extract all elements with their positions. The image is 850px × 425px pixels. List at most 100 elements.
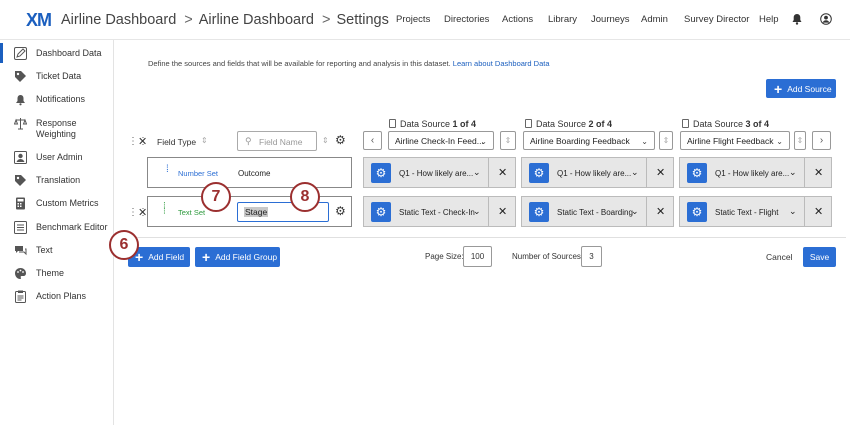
remove-all-icon[interactable]: ✕ [138,135,147,148]
sort-source-2-button[interactable]: ⇕ [659,131,673,150]
plus-icon: + [202,249,211,265]
sidebar-item-label: Ticket Data [36,71,82,81]
sort-icon[interactable]: ⇕ [322,136,329,145]
settings-gears-icon[interactable]: ⚙ [335,133,346,147]
chevron-down-icon[interactable]: ⌄ [631,167,639,178]
close-icon[interactable]: ✕ [498,205,507,218]
chevron-down-icon[interactable]: ⌄ [631,206,639,217]
field-type-value[interactable]: Text Set [178,208,205,217]
nav-directories[interactable]: Directories [444,14,489,25]
sort-icon: ⇕ [662,136,670,145]
number-of-sources-value: 3 [589,252,594,261]
gear-icon[interactable]: ⚙ [371,202,391,222]
gear-icon[interactable]: ⚙ [371,163,391,183]
chevron-down-icon[interactable]: ⌄ [473,206,481,217]
field-type-value[interactable]: Number Set [178,169,218,178]
mapping-cell[interactable]: ⚙ Static Text - Boarding ⌄ ✕ [521,196,674,227]
chevron-down-icon[interactable]: ⌄ [473,167,481,178]
pencil-icon [14,47,27,60]
add-field-group-label: Add Field Group [215,252,278,262]
nav-actions[interactable]: Actions [502,14,533,25]
search-icon: ⚲ [245,136,252,146]
cell-divider [804,158,805,187]
gear-icon[interactable]: ⚙ [687,202,707,222]
text-set-icon: ⁝ ⁝ [163,200,166,216]
bell-icon[interactable] [791,13,803,25]
nav-help[interactable]: Help [759,14,779,25]
cancel-button[interactable]: Cancel [766,252,792,262]
sidebar-item-label: Theme [36,268,65,278]
mapping-cell[interactable]: ⚙ Q1 - How likely are... ⌄ ✕ [679,157,832,188]
description-text: Define the sources and fields that will … [148,59,451,68]
xm-logo[interactable]: XM [26,10,52,31]
sidebar-item-label: Translation [36,175,81,185]
tag-icon [15,71,26,82]
mapping-cell[interactable]: ⚙ Q1 - How likely are... ⌄ ✕ [363,157,516,188]
close-icon[interactable]: ✕ [814,166,823,179]
settings-gears-icon[interactable]: ⚙ [335,204,346,218]
palette-icon [15,268,26,279]
sort-source-1-button[interactable]: ⇕ [500,131,516,150]
breadcrumb-separator-icon: > [322,12,331,28]
chevron-down-icon: ⌄ [641,137,648,146]
number-set-icon: ⁞ [166,164,169,175]
gear-icon[interactable]: ⚙ [687,163,707,183]
previous-source-button[interactable]: ‹ [363,131,382,150]
breadcrumb-item-dashboard[interactable]: Airline Dashboard [199,12,314,28]
nav-journeys[interactable]: Journeys [591,14,630,25]
breadcrumb-item-project[interactable]: Airline Dashboard [61,12,176,28]
chevron-down-icon[interactable]: ⌄ [789,206,797,217]
number-of-sources-input[interactable]: 3 [581,246,602,267]
learn-more-link[interactable]: Learn about Dashboard Data [453,59,550,68]
sort-icon[interactable]: ⇕ [201,136,208,145]
nav-projects[interactable]: Projects [396,14,430,25]
data-source-prefix: Data Source [693,119,746,129]
cell-divider [488,197,489,226]
page-size-input[interactable]: 100 [463,246,492,267]
list-icon [14,221,27,234]
data-source-number: 1 of 4 [452,119,477,129]
mapping-cell[interactable]: ⚙ Q1 - How likely are... ⌄ ✕ [521,157,674,188]
calculator-icon [16,197,25,210]
mapping-cell[interactable]: ⚙ Static Text - Check-In ⌄ ✕ [363,196,516,227]
close-icon[interactable]: ✕ [656,205,665,218]
chevron-down-icon[interactable]: ⌄ [789,167,797,178]
section-divider [120,237,846,238]
data-source-2-select[interactable]: Airline Boarding Feedback ⌄ [523,131,655,150]
save-button[interactable]: Save [803,247,836,267]
field-name-filter-input[interactable]: ⚲ Field Name [237,131,317,151]
nav-admin[interactable]: Admin [641,14,668,25]
sort-icon: ⇕ [796,136,804,145]
chevron-down-icon: ⌄ [480,137,487,146]
nav-survey-director[interactable]: Survey Director [684,14,749,25]
data-source-3-select[interactable]: Airline Flight Feedback ⌄ [680,131,790,150]
data-source-prefix: Data Source [536,119,589,129]
field-row-2: ⁝ ⁝ Text Set Stage ⚙ [147,196,352,227]
field-name-value[interactable]: Outcome [238,169,270,178]
user-icon [14,151,27,164]
sort-source-3-button[interactable]: ⇕ [794,131,806,150]
sidebar-item-label: Text [36,245,53,255]
add-source-button[interactable]: + Add Source [766,79,836,98]
mapping-cell[interactable]: ⚙ Static Text - Flight ⌄ ✕ [679,196,832,227]
clipboard-icon [15,290,26,303]
add-field-group-button[interactable]: + Add Field Group [195,247,280,267]
close-icon[interactable]: ✕ [498,166,507,179]
sidebar-item-label: Notifications [36,94,86,104]
remove-row-icon[interactable]: ✕ [138,206,147,219]
add-source-label: Add Source [787,83,832,94]
close-icon[interactable]: ✕ [656,166,665,179]
gear-icon[interactable]: ⚙ [529,163,549,183]
page-size-label: Page Size: [425,252,464,261]
breadcrumb-item-settings: Settings [336,12,389,28]
gear-icon[interactable]: ⚙ [529,202,549,222]
callout-badge-7: 7 [201,182,231,212]
close-icon[interactable]: ✕ [814,205,823,218]
data-source-1-select[interactable]: Airline Check-In Feed... ⌄ [388,131,494,150]
nav-library[interactable]: Library [548,14,577,25]
user-account-icon[interactable] [820,13,832,25]
next-source-button[interactable]: › [812,131,831,150]
cell-divider [646,197,647,226]
save-label: Save [809,252,830,262]
sidebar-item-label: User Admin [36,152,83,162]
